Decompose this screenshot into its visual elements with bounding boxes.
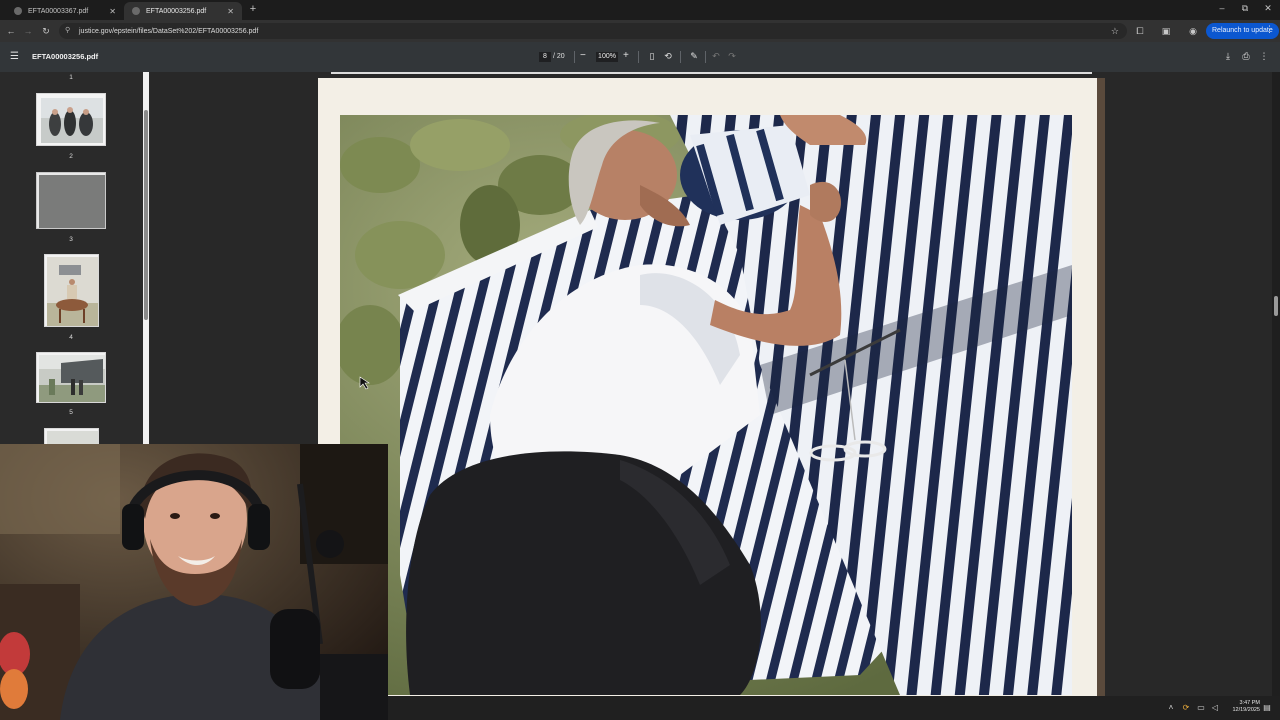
thumbnail-image <box>45 255 98 326</box>
page-number-input[interactable]: 8 <box>539 52 551 62</box>
back-button[interactable]: ← <box>4 24 18 38</box>
network-icon[interactable]: ▭ <box>1196 703 1206 712</box>
reload-button[interactable]: ↻ <box>39 24 53 38</box>
webcam-overlay <box>0 444 388 720</box>
webcam-image <box>0 444 388 720</box>
site-info-icon[interactable]: ⚲ <box>65 27 73 35</box>
more-menu-icon[interactable]: ⋮ <box>1265 24 1274 35</box>
taskbar <box>388 696 1280 720</box>
new-tab-button[interactable]: + <box>246 3 260 15</box>
page-total: / 20 <box>553 53 565 60</box>
toolbar-divider <box>680 51 681 63</box>
thumbnail-page-4[interactable] <box>44 254 99 327</box>
thumbnail-page-5[interactable] <box>36 352 106 403</box>
annotate-icon[interactable]: ✎ <box>688 51 700 62</box>
screen: EFTA00003367.pdf ✕ EFTA00003256.pdf ✕ + … <box>0 0 1280 720</box>
notifications-icon[interactable]: ▤ <box>1262 703 1272 712</box>
extensions-icon[interactable]: ⧠ <box>1133 24 1147 38</box>
tab-title: EFTA00003367.pdf <box>28 7 89 15</box>
clock-date: 12/19/2025 <box>1232 707 1260 713</box>
previous-page-edge <box>331 72 1092 74</box>
pdf-more-icon[interactable]: ⋮ <box>1258 51 1270 62</box>
sidebar-scrollbar-thumb[interactable] <box>144 110 148 320</box>
show-hidden-icons-icon[interactable]: ˄ <box>1166 703 1176 712</box>
thumbnail-image <box>37 173 105 228</box>
page-edge-shadow <box>1097 78 1105 696</box>
thumbnail-label-4: 4 <box>69 334 73 341</box>
browser-toolbar: ← → ↻ ⚲ justice.gov/epstein/files/DataSe… <box>0 20 1280 42</box>
url-text: justice.gov/epstein/files/DataSet%202/EF… <box>79 27 259 35</box>
print-icon[interactable]: ⎙ <box>1240 51 1252 62</box>
update-tray-icon[interactable]: ⟳ <box>1181 703 1191 712</box>
tab-title: EFTA00003256.pdf <box>146 7 207 15</box>
thumbnail-image <box>45 429 98 444</box>
taskbar-clock[interactable]: 3:47 PM 12/19/2025 <box>1232 700 1260 714</box>
rotate-icon[interactable]: ⟲ <box>662 51 674 62</box>
thumbnail-image <box>37 353 105 402</box>
document-scrollbar-thumb[interactable] <box>1274 296 1278 316</box>
thumbnail-page-6[interactable] <box>44 428 99 444</box>
pdf-file-name: EFTA00003256.pdf <box>32 52 99 61</box>
photo-image <box>340 115 1072 695</box>
redo-icon[interactable]: ↷ <box>726 51 738 62</box>
close-window-button[interactable]: ✕ <box>1261 3 1275 14</box>
toolbar-divider <box>705 51 706 63</box>
address-bar[interactable]: ⚲ justice.gov/epstein/files/DataSet%202/… <box>59 23 1127 39</box>
pdf-toolbar: ☰ EFTA00003256.pdf 8 / 20 − 100% + ▯ ⟲ ✎… <box>0 42 1280 72</box>
pdf-favicon-icon <box>132 7 140 15</box>
tab-close-icon[interactable]: ✕ <box>227 7 234 16</box>
thumbnail-page-2[interactable] <box>36 93 106 146</box>
profile-icon[interactable]: ◉ <box>1186 24 1200 38</box>
hamburger-menu-icon[interactable]: ☰ <box>10 51 19 62</box>
side-panel-icon[interactable]: ▣ <box>1159 24 1173 38</box>
bookmark-star-icon[interactable]: ☆ <box>1111 26 1119 37</box>
thumbnail-label-2: 2 <box>69 153 73 160</box>
clock-time: 3:47 PM <box>1239 700 1260 706</box>
forward-button[interactable]: → <box>21 24 35 38</box>
minimize-button[interactable]: – <box>1215 3 1229 13</box>
tab-efta00003256[interactable]: EFTA00003256.pdf ✕ <box>124 2 242 20</box>
undo-icon[interactable]: ↶ <box>710 51 722 62</box>
zoom-in-icon[interactable]: + <box>623 50 629 61</box>
zoom-out-icon[interactable]: − <box>580 50 586 61</box>
page-photo <box>340 115 1072 695</box>
download-icon[interactable]: ⤓ <box>1222 51 1234 62</box>
thumbnail-label-1: 1 <box>69 74 73 81</box>
thumbnail-page-3[interactable] <box>36 172 106 229</box>
fit-to-page-icon[interactable]: ▯ <box>646 51 658 62</box>
zoom-level-input[interactable]: 100% <box>596 52 618 62</box>
tab-strip: EFTA00003367.pdf ✕ EFTA00003256.pdf ✕ + … <box>0 0 1280 20</box>
thumbnail-sidebar: 1 2 3 4 5 <box>0 72 150 444</box>
thumbnail-image <box>37 94 105 145</box>
restore-button[interactable]: ⧉ <box>1238 3 1252 14</box>
thumbnail-label-5: 5 <box>69 409 73 416</box>
thumbnail-label-3: 3 <box>69 236 73 243</box>
volume-icon[interactable]: ◁ <box>1210 703 1220 712</box>
tab-efta00003367[interactable]: EFTA00003367.pdf ✕ <box>6 2 124 20</box>
toolbar-divider <box>638 51 639 63</box>
toolbar-divider <box>574 51 575 63</box>
tab-close-icon[interactable]: ✕ <box>109 7 116 16</box>
pdf-favicon-icon <box>14 7 22 15</box>
